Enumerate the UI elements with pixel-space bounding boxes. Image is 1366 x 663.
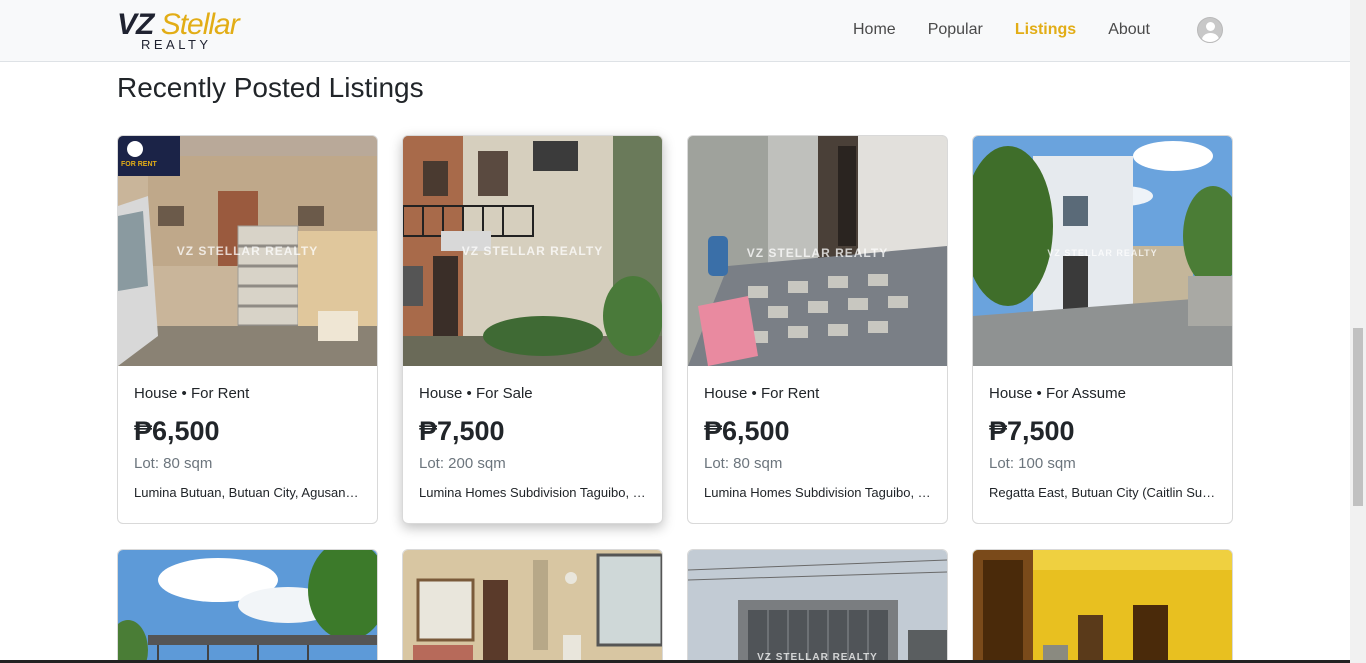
listing-location: Lumina Butuan, Butuan City, Agusan del N…: [134, 485, 362, 500]
listing-card[interactable]: VZ STELLAR REALTY House • For Sale ₱7,50…: [402, 135, 663, 524]
listing-card[interactable]: VZ STELLAR REALTY: [687, 549, 948, 663]
listing-location: Lumina Homes Subdivision Taguibo, Butuan…: [419, 485, 647, 500]
listing-photo: [403, 550, 662, 663]
navbar: VZ Stellar REALTY Home Popular Listings …: [0, 0, 1350, 62]
listing-card[interactable]: VZ STELLAR REALTY House • For Rent ₱6,50…: [687, 135, 948, 524]
for-rent-badge: FOR RENT: [121, 161, 158, 168]
nav-link-popular[interactable]: Popular: [928, 20, 983, 40]
listing-card[interactable]: VZ STELLAR REALTY House • For Assume ₱7,…: [972, 135, 1233, 524]
avatar-head: [1206, 22, 1215, 31]
nav-link-listings[interactable]: Listings: [1015, 20, 1076, 40]
listing-photo: VZ STELLAR REALTY: [403, 136, 662, 366]
listing-type: House • For Rent: [704, 385, 820, 402]
listing-type: House • For Rent: [134, 385, 250, 402]
listing-price: ₱7,500: [419, 416, 505, 446]
listing-type: House • For Assume: [989, 385, 1126, 402]
photo-watermark: VZ STELLAR REALTY: [176, 244, 319, 258]
listing-card[interactable]: [117, 549, 378, 663]
nav-links: Home Popular Listings About: [853, 20, 1150, 40]
card-body: House • For Rent ₱6,500 Lot: 80 sqm Lumi…: [704, 384, 932, 502]
user-avatar-icon[interactable]: [1197, 17, 1223, 43]
brand-logo[interactable]: VZ Stellar REALTY: [117, 9, 249, 53]
scrollbar[interactable]: [1350, 0, 1366, 663]
card-body: House • For Rent ₱6,500 Lot: 80 sqm Lumi…: [134, 384, 362, 502]
listing-lot-size: Lot: 100 sqm: [989, 455, 1076, 472]
listing-photo: VZ STELLAR REALTY: [688, 136, 947, 366]
listing-photo: [688, 550, 947, 663]
listing-photo: VZ STELLAR REALTY: [973, 136, 1232, 366]
listing-price: ₱6,500: [134, 416, 220, 446]
scrollbar-thumb[interactable]: [1353, 328, 1363, 506]
card-body: House • For Assume ₱7,500 Lot: 100 sqm R…: [989, 384, 1217, 502]
photo-watermark: VZ STELLAR REALTY: [461, 244, 604, 258]
listing-location: Regatta East, Butuan City (Caitlin Subdi…: [989, 485, 1217, 500]
listing-photo: [973, 550, 1232, 663]
photo-watermark: VZ STELLAR REALTY: [746, 246, 889, 260]
listing-card[interactable]: [402, 549, 663, 663]
listing-photo: FOR RENT VZ STELLAR REALTY: [118, 136, 377, 366]
brand-subtitle: REALTY: [141, 37, 212, 52]
listing-card[interactable]: FOR RENT VZ STELLAR REALTY House • For R…: [117, 135, 378, 524]
avatar-body: [1202, 33, 1219, 42]
photo-watermark: VZ STELLAR REALTY: [1047, 248, 1158, 258]
listing-type: House • For Sale: [419, 385, 533, 402]
listing-lot-size: Lot: 80 sqm: [134, 455, 213, 472]
listing-price: ₱6,500: [704, 416, 790, 446]
nav-link-about[interactable]: About: [1108, 20, 1150, 40]
nav-link-home[interactable]: Home: [853, 20, 896, 40]
listing-location: Lumina Homes Subdivision Taguibo, Butuan…: [704, 485, 932, 500]
listing-lot-size: Lot: 200 sqm: [419, 455, 506, 472]
section-title: Recently Posted Listings: [117, 72, 424, 103]
listing-price: ₱7,500: [989, 416, 1075, 446]
listing-lot-size: Lot: 80 sqm: [704, 455, 783, 472]
card-body: House • For Sale ₱7,500 Lot: 200 sqm Lum…: [419, 384, 647, 502]
listing-photo: [118, 550, 377, 663]
listing-card[interactable]: [972, 549, 1233, 663]
